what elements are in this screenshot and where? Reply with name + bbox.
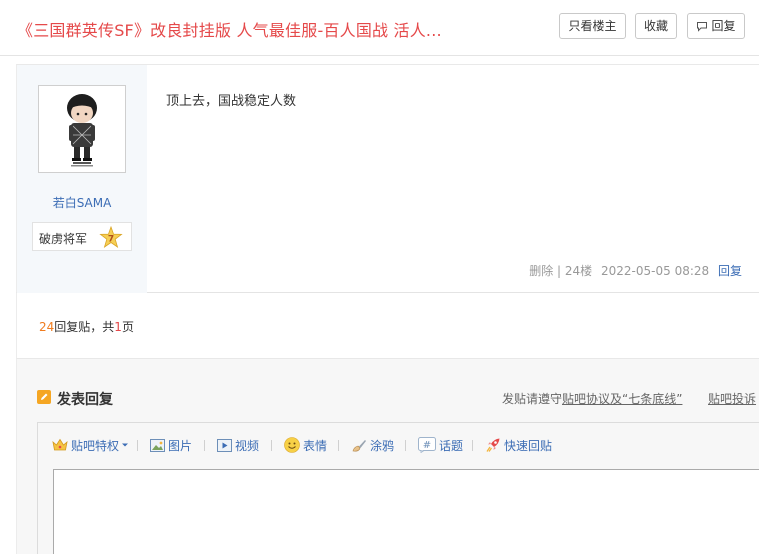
svg-text:#: # xyxy=(423,440,431,451)
author-username[interactable]: 若白SAMA xyxy=(17,194,147,211)
reply-count: 24 xyxy=(39,320,55,334)
reply-textarea[interactable] xyxy=(53,469,759,554)
reply-section: 发表回复 发贴请遵守贴吧协议及“七条底线” 贴吧投诉 贴吧特权 图片 视频 表情… xyxy=(16,359,759,554)
reply-button[interactable]: 回复 xyxy=(687,13,745,39)
emoji-tool[interactable]: 表情 xyxy=(284,435,327,455)
image-tool[interactable]: 图片 xyxy=(150,435,192,455)
privilege-label: 贴吧特权 xyxy=(71,438,120,453)
floor-number: 24楼 xyxy=(564,264,593,278)
video-icon xyxy=(217,438,232,452)
post-reply-link[interactable]: 回复 xyxy=(718,264,742,278)
avatar[interactable] xyxy=(38,85,126,173)
hashtag-icon: # xyxy=(418,437,436,453)
rank-badge-box[interactable]: 破虏将军 7 xyxy=(32,222,132,251)
topic-label: 话题 xyxy=(439,438,464,453)
smiley-icon xyxy=(284,437,300,453)
tail-separator: | xyxy=(557,264,562,278)
editor-toolbar: 贴吧特权 图片 视频 表情 涂鸦 # 话题 快速回贴 xyxy=(38,423,759,469)
thread-header: 《三国群英传SF》改良封挂版 人气最佳服-百人国战 活人... 只看楼主 收藏 … xyxy=(0,0,759,56)
edit-icon xyxy=(37,390,51,404)
rules-prefix: 发贴请遵守 xyxy=(502,392,563,406)
privilege-menu[interactable]: 贴吧特权 xyxy=(52,435,132,455)
avatar-image xyxy=(41,88,123,170)
thread-title[interactable]: 《三国群英传SF》改良封挂版 人气最佳服-百人国战 活人... xyxy=(17,17,442,41)
pager-bar: 24回复贴，共1页 xyxy=(16,293,759,359)
rocket-icon xyxy=(486,438,500,452)
favorite-button[interactable]: 收藏 xyxy=(635,13,677,39)
rank-level: 7 xyxy=(108,235,114,245)
chevron-down-icon xyxy=(122,443,129,447)
pager-summary: 24回复贴，共1页 xyxy=(39,318,134,335)
rank-title: 破虏将军 xyxy=(39,232,88,246)
quick-reply-label: 快速回贴 xyxy=(504,438,553,453)
reply-count-text: 回复贴，共 xyxy=(54,320,115,334)
post-datetime: 2022-05-05 08:28 xyxy=(601,264,710,278)
doodle-brush-icon xyxy=(352,439,366,451)
video-label: 视频 xyxy=(235,438,260,453)
reply-button-label: 回复 xyxy=(711,19,736,33)
page-unit: 页 xyxy=(121,320,134,334)
level-star-icon: 7 xyxy=(99,226,123,248)
post-floor: 若白SAMA 破虏将军 7 顶上去，国战稳定人数 删除 | 24楼 2022-0… xyxy=(16,64,759,293)
crown-icon xyxy=(52,438,68,451)
posting-rules: 发贴请遵守贴吧协议及“七条底线” xyxy=(502,390,682,407)
complain-link[interactable]: 贴吧投诉 xyxy=(708,390,756,407)
topic-tool[interactable]: # 话题 xyxy=(418,435,463,455)
author-panel: 若白SAMA 破虏将军 7 xyxy=(17,65,147,293)
image-label: 图片 xyxy=(168,438,193,453)
reply-section-title: 发表回复 xyxy=(57,392,113,408)
reply-editor: 贴吧特权 图片 视频 表情 涂鸦 # 话题 快速回贴 xyxy=(37,422,759,554)
quick-reply-tool[interactable]: 快速回贴 xyxy=(485,435,552,455)
delete-link[interactable]: 删除 xyxy=(529,264,553,278)
page-count: 1 xyxy=(114,320,122,334)
post-content: 顶上去，国战稳定人数 xyxy=(166,94,297,109)
image-icon xyxy=(150,438,165,452)
emoji-label: 表情 xyxy=(303,438,328,453)
rules-link[interactable]: 贴吧协议及“七条底线” xyxy=(562,392,682,406)
doodle-label: 涂鸦 xyxy=(370,438,395,453)
only-op-button[interactable]: 只看楼主 xyxy=(559,13,626,39)
reply-icon xyxy=(697,22,708,32)
doodle-tool[interactable]: 涂鸦 xyxy=(351,435,394,455)
video-tool[interactable]: 视频 xyxy=(217,435,259,455)
post-tail: 删除 | 24楼 2022-05-05 08:28 回复 xyxy=(529,262,742,279)
